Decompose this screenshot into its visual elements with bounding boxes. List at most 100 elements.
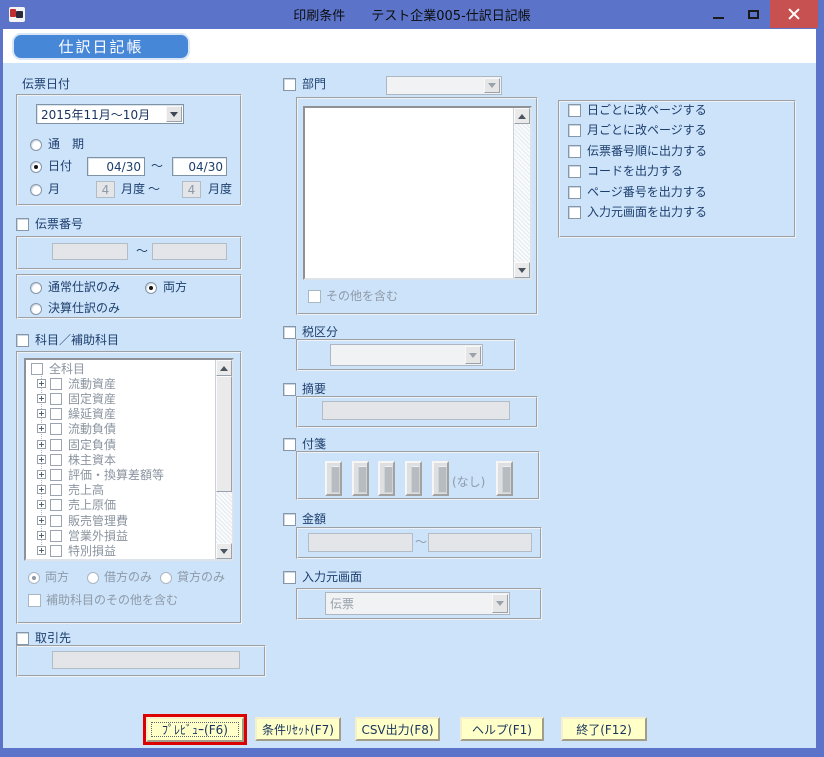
period-dropdown-value: 2015年11月～10月: [41, 106, 150, 123]
month-to-unit-label: 月度: [208, 182, 232, 197]
maximize-icon: [748, 10, 759, 19]
tree-row: 流動資産: [26, 377, 212, 392]
tree-checkbox: [50, 469, 62, 481]
close-icon: [788, 8, 800, 20]
option-page-number-label: ページ番号を出力する: [587, 185, 707, 200]
radio-closing-journal-label: 決算仕訳のみ: [48, 301, 120, 316]
preview-button-highlight: ﾌﾟﾚﾋﾞｭｰ(F6): [143, 714, 247, 745]
tree-scrollbar: [215, 360, 232, 559]
department-list: [303, 106, 532, 280]
radio-full-period-label: 通 期: [48, 137, 84, 152]
csv-export-button[interactable]: CSV出力(F8): [355, 717, 440, 741]
chevron-down-icon: [484, 78, 500, 93]
summary-field: [322, 401, 510, 420]
window-title-left: 印刷条件: [293, 5, 345, 24]
department-label: 部門: [302, 77, 326, 92]
department-scrollbar: [513, 108, 530, 278]
tab-journal-daybook[interactable]: 仕訳日記帳: [12, 33, 190, 60]
radio-both-journal[interactable]: [145, 282, 157, 294]
tree-checkbox: [50, 393, 62, 405]
customer-checkbox[interactable]: [16, 632, 29, 645]
fusen-checkbox[interactable]: [283, 438, 296, 451]
voucher-number-from-field: [52, 243, 128, 260]
radio-month-label: 月: [48, 182, 60, 197]
tree-checkbox: [31, 363, 43, 375]
amount-label: 金額: [302, 512, 326, 527]
tax-class-label: 税区分: [302, 325, 338, 340]
minimize-icon: [713, 17, 724, 19]
option-voucher-order-checkbox[interactable]: [568, 145, 581, 158]
tree-row: 固定資産: [26, 392, 212, 407]
option-input-screen-checkbox[interactable]: [568, 206, 581, 219]
department-checkbox[interactable]: [283, 78, 296, 91]
tree-row: 評価・換算差額等: [26, 468, 212, 483]
radio-account-debit: [87, 572, 99, 584]
option-output-code-checkbox[interactable]: [568, 165, 581, 178]
chevron-down-icon[interactable]: [166, 106, 182, 122]
amount-checkbox[interactable]: [283, 513, 296, 526]
option-page-break-day-checkbox[interactable]: [568, 104, 581, 117]
radio-month[interactable]: [30, 184, 42, 196]
window-title-right: テスト企業005-仕訳日記帳: [371, 5, 531, 24]
radio-date-label: 日付: [48, 159, 72, 174]
account-tree: 全科目 流動資産 固定資産 繰延資産 流動負債 固定負債: [24, 358, 234, 561]
date-from-field[interactable]: 04/30: [87, 157, 145, 176]
minimize-button[interactable]: [700, 0, 736, 28]
input-screen-checkbox[interactable]: [283, 571, 296, 584]
date-to-field[interactable]: 04/30: [172, 157, 227, 176]
option-page-number-checkbox[interactable]: [568, 186, 581, 199]
tree-checkbox: [50, 530, 62, 542]
tree-row: 販売管理費: [26, 514, 212, 529]
tree-checkbox: [50, 423, 62, 435]
scroll-down-icon: [216, 543, 232, 559]
tree-item-label: 流動負債: [68, 422, 116, 437]
close-button[interactable]: [770, 0, 818, 28]
tree-checkbox: [50, 439, 62, 451]
maximize-button[interactable]: [736, 0, 770, 28]
sub-account-include-other-label: 補助科目のその他を含む: [46, 593, 178, 608]
date-tilde: ～: [151, 159, 163, 174]
reset-button[interactable]: 条件ﾘｾｯﾄ(F7): [255, 717, 341, 741]
scroll-up-icon: [216, 360, 232, 376]
scroll-thumb: [216, 376, 232, 492]
option-page-break-month-checkbox[interactable]: [568, 124, 581, 137]
header-strip: 仕訳日記帳: [3, 29, 816, 63]
input-screen-dropdown: 伝票: [325, 592, 510, 615]
radio-normal-journal[interactable]: [30, 282, 42, 294]
tree-item-label: 全科目: [49, 362, 85, 377]
option-input-screen-label: 入力元画面を出力する: [587, 205, 707, 220]
titlebar: 印刷条件 テスト企業005-仕訳日記帳: [0, 0, 824, 29]
preview-button[interactable]: ﾌﾟﾚﾋﾞｭｰ(F6): [146, 717, 244, 742]
month-to-field: 4: [182, 181, 201, 198]
tree-row: 特別損益: [26, 544, 212, 559]
amount-tilde: ～: [415, 535, 427, 550]
tree-expand-icon: [37, 516, 46, 525]
radio-full-period[interactable]: [30, 139, 42, 151]
fusen-label: 付箋: [302, 437, 326, 452]
tax-class-checkbox[interactable]: [283, 326, 296, 339]
tree-expand-icon: [37, 424, 46, 433]
tree-expand-icon: [37, 470, 46, 479]
fusen-none-label: (なし): [452, 475, 485, 490]
radio-account-both-label: 両方: [45, 570, 69, 585]
tree-item-label: 株主資本: [68, 453, 116, 468]
account-checkbox[interactable]: [16, 334, 29, 347]
period-dropdown[interactable]: 2015年11月～10月: [36, 104, 184, 124]
summary-checkbox[interactable]: [283, 383, 296, 396]
option-voucher-order-label: 伝票番号順に出力する: [587, 144, 707, 159]
tree-row: 固定負債: [26, 438, 212, 453]
tax-class-dropdown: [330, 344, 483, 366]
radio-normal-journal-label: 通常仕訳のみ: [48, 280, 120, 295]
radio-closing-journal[interactable]: [30, 303, 42, 315]
tree-item-label: 流動資産: [68, 377, 116, 392]
tree-row: 繰延資産: [26, 407, 212, 422]
help-button[interactable]: ヘルプ(F1): [460, 717, 544, 741]
input-screen-dropdown-value: 伝票: [330, 595, 354, 612]
radio-date[interactable]: [30, 161, 42, 173]
voucher-number-checkbox[interactable]: [16, 218, 29, 231]
tree-row: 売上原価: [26, 498, 212, 513]
tree-expand-icon: [37, 500, 46, 509]
exit-button[interactable]: 終了(F12): [561, 717, 647, 741]
tree-item-label: 固定負債: [68, 438, 116, 453]
preview-button-label: ﾌﾟﾚﾋﾞｭｰ(F6): [162, 721, 228, 738]
